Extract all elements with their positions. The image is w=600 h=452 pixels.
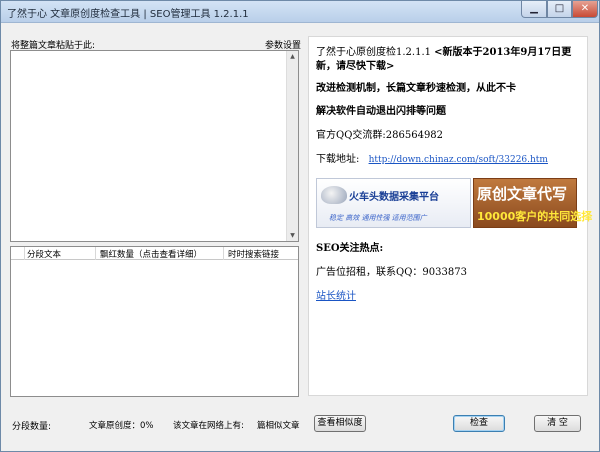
stats-row: 站长统计: [316, 290, 584, 304]
info-panel: 了然于心原创度检1.2.1.1 <新版本于2013年9月17日更新，请尽快下载>…: [308, 36, 592, 396]
scroll-down-icon[interactable]: ▼: [287, 230, 298, 241]
segment-results-table[interactable]: 分段文本 飘红数量（点击查看详细） 时时搜索链接: [10, 246, 299, 397]
download-link[interactable]: http://down.chinaz.com/soft/33226.htm: [369, 155, 548, 165]
segments-label: 分段数量:: [12, 422, 52, 432]
originality-label: 文章原创度：0%: [89, 421, 154, 431]
maximize-icon: □: [554, 3, 565, 14]
feature-note-1: 改进检测机制，长篇文章秒速检测，从此不卡: [316, 83, 516, 94]
maximize-button[interactable]: □: [547, 1, 572, 18]
title-bar[interactable]: 了然于心 文章原创度检查工具 | SEO管理工具 1.2.1.1 ▁ □ ✕: [1, 1, 599, 23]
similar-suffix: 篇相似文章: [257, 421, 300, 431]
banner2-subtitle: 10000客户的共同选择: [477, 210, 593, 223]
feature-note-2: 解决软件自动退出闪排等问题: [316, 106, 446, 117]
qq-group: 官方QQ交流群:286564982: [316, 130, 444, 141]
seo-hot-heading: SEO关注热点:: [316, 243, 384, 254]
ad-contact: 广告位招租，联系QQ：9033873: [316, 267, 467, 278]
similar-label: 该文章在网络上有:: [173, 421, 244, 431]
banner1-subtitle: 稳定 高效 通用性强 适用范围广: [329, 214, 427, 222]
stats-link[interactable]: 站长统计: [316, 291, 356, 302]
view-similarity-button[interactable]: 查看相似度: [314, 415, 366, 432]
article-input[interactable]: ▲ ▼: [10, 50, 299, 242]
column-divider: [223, 247, 224, 260]
col-red-count[interactable]: 飘红数量（点击查看详细）: [100, 248, 202, 260]
minimize-icon: ▁: [530, 3, 538, 14]
download-row: 下载地址: http://down.chinaz.com/soft/33226.…: [316, 153, 584, 167]
clear-button[interactable]: 清 空: [534, 415, 581, 432]
locomotive-ad-banner[interactable]: 火车头数据采集平台 稳定 高效 通用性强 适用范围广: [316, 178, 471, 228]
table-header: 分段文本 飘红数量（点击查看详细） 时时搜索链接: [11, 247, 298, 260]
close-icon: ✕: [580, 3, 590, 14]
writing-service-ad-banner[interactable]: 原创文章代写 10000客户的共同选择: [473, 178, 592, 228]
col-segment-text[interactable]: 分段文本: [27, 248, 61, 260]
column-divider: [95, 247, 96, 260]
app-window: 了然于心 文章原创度检查工具 | SEO管理工具 1.2.1.1 ▁ □ ✕ 将…: [0, 0, 600, 452]
scroll-up-icon[interactable]: ▲: [287, 51, 298, 62]
check-button[interactable]: 检查: [453, 415, 505, 432]
minimize-button[interactable]: ▁: [521, 1, 547, 18]
download-label: 下载地址:: [316, 154, 360, 165]
close-button[interactable]: ✕: [572, 1, 598, 18]
article-scrollbar[interactable]: ▲ ▼: [286, 51, 298, 241]
version-notice: 了然于心原创度检1.2.1.1 <新版本于2013年9月17日更新，请尽快下载>: [316, 46, 584, 74]
banner2-title: 原创文章代写: [477, 185, 568, 203]
version-text: 了然于心原创度检1.2.1.1: [316, 47, 435, 58]
banner1-title: 火车头数据采集平台: [349, 192, 439, 203]
train-logo-icon: [321, 186, 347, 204]
window-title: 了然于心 文章原创度检查工具 | SEO管理工具 1.2.1.1: [7, 9, 249, 20]
col-search-link[interactable]: 时时搜索链接: [228, 248, 279, 260]
column-divider: [24, 247, 25, 260]
